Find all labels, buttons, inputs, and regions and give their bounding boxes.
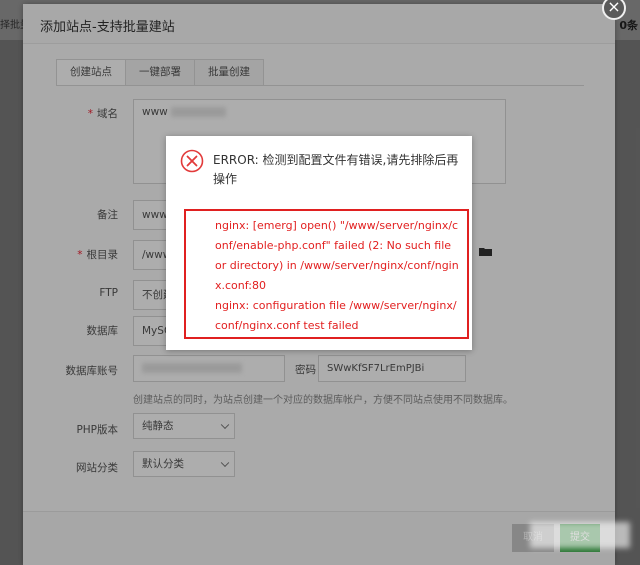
- watermark-blur: [530, 522, 630, 548]
- error-line: nginx: configuration file /www/server/ng…: [215, 299, 457, 332]
- error-popup: ERROR: 检测到配置文件有错误,请先排除后再操作 nginx: [emerg…: [166, 136, 472, 350]
- error-detail-box: nginx: [emerg] open() "/www/server/nginx…: [184, 209, 469, 339]
- error-title: ERROR: 检测到配置文件有错误,请先排除后再操作: [213, 153, 459, 186]
- error-icon: [180, 149, 204, 173]
- error-line: nginx: [emerg] open() "/www/server/nginx…: [215, 219, 459, 292]
